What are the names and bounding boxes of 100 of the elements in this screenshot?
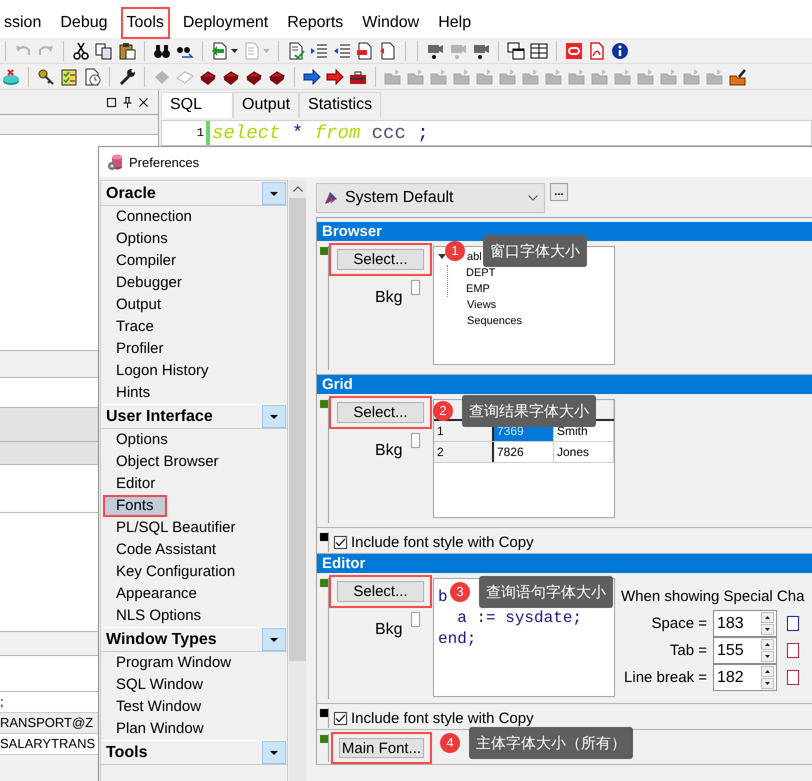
wrench-icon[interactable]: [118, 68, 136, 86]
category-item[interactable]: Options: [101, 228, 287, 250]
table-cell[interactable]: Jones: [554, 442, 614, 462]
dropdown-button[interactable]: [262, 405, 286, 428]
color-swatch-icon: [320, 579, 328, 587]
tree-node[interactable]: EMP: [466, 283, 490, 295]
category-item[interactable]: Program Window: [101, 652, 287, 674]
menu-item[interactable]: Tools: [120, 7, 170, 39]
key-icon[interactable]: [37, 68, 55, 86]
category-item[interactable]: PL/SQL Beautifier: [101, 517, 287, 539]
scroll-up-icon[interactable]: [292, 186, 302, 192]
code-editor[interactable]: 1 select * from ccc ;: [161, 120, 812, 146]
group-header[interactable]: Window Types: [106, 630, 217, 648]
scissors-icon[interactable]: [72, 42, 90, 60]
checkbox[interactable]: [334, 712, 347, 724]
document-icon[interactable]: [356, 42, 374, 60]
group-header[interactable]: User Interface: [106, 408, 213, 426]
tab[interactable]: Output: [233, 92, 300, 118]
chevron-icon: [528, 195, 538, 201]
menu-item[interactable]: Reports: [281, 7, 350, 39]
tree-node[interactable]: DEPT: [466, 267, 496, 279]
close-icon[interactable]: [139, 98, 148, 106]
folder-icon[interactable]: [729, 68, 747, 86]
category-item[interactable]: Code Assistant: [101, 539, 287, 561]
expand-icon[interactable]: [438, 254, 446, 259]
category-item[interactable]: Connection: [101, 206, 287, 228]
tab[interactable]: Statistics: [299, 92, 382, 118]
checkbox[interactable]: [410, 280, 420, 295]
menu-item[interactable]: ssion: [0, 7, 48, 39]
select-button[interactable]: Select...: [337, 402, 424, 423]
dropdown-button[interactable]: [262, 628, 286, 651]
indent-icon[interactable]: [310, 42, 328, 60]
spin-down-icon[interactable]: [761, 678, 774, 689]
number-spinner[interactable]: 182: [713, 664, 777, 691]
category-item[interactable]: Output: [101, 294, 287, 316]
caret-icon: [270, 638, 278, 642]
checklist-icon[interactable]: [60, 68, 78, 86]
category-item[interactable]: Options: [101, 429, 287, 451]
menu-item[interactable]: Window: [356, 7, 426, 39]
info-icon[interactable]: [611, 42, 629, 60]
table-cell[interactable]: 7826: [494, 442, 554, 462]
scrollbar[interactable]: [289, 180, 306, 781]
group-header[interactable]: Oracle: [106, 184, 156, 202]
menu-item[interactable]: Deployment: [176, 7, 274, 39]
dropdown-button[interactable]: [262, 741, 286, 764]
outdent-icon[interactable]: [333, 42, 351, 60]
clock-icon[interactable]: [83, 68, 101, 86]
tab[interactable]: SQL: [161, 92, 234, 118]
main-font-button[interactable]: Main Font...: [339, 738, 424, 758]
pin-icon[interactable]: [123, 96, 132, 108]
checkbox[interactable]: [787, 643, 799, 658]
category-item[interactable]: Trace: [101, 316, 287, 338]
category-item[interactable]: NLS Options: [101, 605, 287, 627]
arrow-right-icon[interactable]: [303, 68, 321, 86]
scroll-thumb[interactable]: [289, 198, 306, 661]
category-item[interactable]: Fonts: [103, 495, 167, 517]
spin-down-icon[interactable]: [761, 624, 774, 635]
spin-up-icon[interactable]: [761, 612, 774, 623]
number-spinner[interactable]: 183: [713, 610, 777, 637]
spin-up-icon[interactable]: [761, 639, 774, 650]
arrow-right-icon[interactable]: [326, 68, 344, 86]
select-button[interactable]: Select...: [337, 581, 424, 602]
category-item[interactable]: Logon History: [101, 360, 287, 382]
category-item[interactable]: Editor: [101, 473, 287, 495]
category-item[interactable]: Profiler: [101, 338, 287, 360]
maximize-icon[interactable]: [107, 98, 116, 106]
table-icon[interactable]: [530, 42, 548, 60]
checkbox[interactable]: [410, 433, 420, 448]
spin-up-icon[interactable]: [761, 666, 774, 677]
category-item[interactable]: Appearance: [101, 583, 287, 605]
document-check-icon[interactable]: [287, 42, 305, 60]
menu-item[interactable]: Debug: [54, 7, 114, 39]
more-button[interactable]: ...: [550, 183, 568, 201]
spin-down-icon[interactable]: [761, 651, 774, 662]
tree-node[interactable]: abl: [467, 251, 482, 263]
clipboard-icon[interactable]: [118, 42, 136, 60]
category-item[interactable]: Compiler: [101, 250, 287, 272]
number-spinner[interactable]: 155: [713, 637, 777, 664]
document-arrow-icon[interactable]: [211, 42, 229, 60]
checkbox[interactable]: [787, 616, 799, 631]
menu-item[interactable]: Help: [432, 7, 478, 39]
font-set-dropdown[interactable]: System Default: [316, 183, 545, 213]
tree-node[interactable]: Sequences: [467, 315, 522, 327]
checkbox[interactable]: [334, 536, 347, 548]
caret-icon[interactable]: [231, 48, 238, 52]
checkbox[interactable]: [787, 670, 799, 685]
pdf-icon[interactable]: [588, 42, 606, 60]
copy-icon[interactable]: [95, 42, 113, 60]
database-icon[interactable]: [2, 68, 20, 86]
checkbox[interactable]: [410, 612, 420, 627]
category-item[interactable]: Hints: [101, 382, 287, 404]
category-item[interactable]: Debugger: [101, 272, 287, 294]
select-button[interactable]: Select...: [337, 249, 424, 270]
category-item[interactable]: Key Configuration: [101, 561, 287, 583]
windows-icon[interactable]: [507, 42, 525, 60]
dropdown-button[interactable]: [262, 182, 286, 205]
document-icon[interactable]: [379, 42, 397, 60]
tree-node[interactable]: Views: [467, 299, 496, 311]
logo-icon[interactable]: [565, 42, 583, 60]
category-item[interactable]: Object Browser: [101, 451, 287, 473]
